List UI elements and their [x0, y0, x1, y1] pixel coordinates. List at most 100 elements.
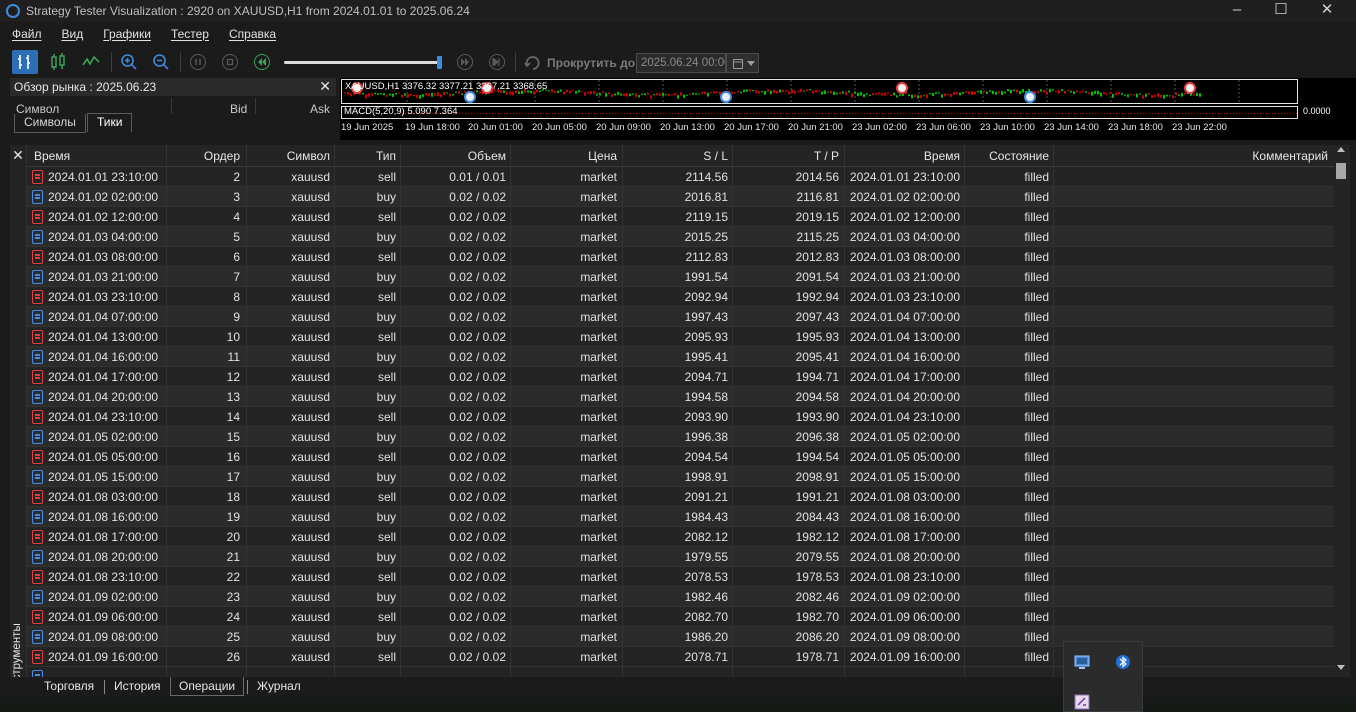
table-row[interactable]: 2024.01.05 15:00:00 17 xauusd buy 0.02 / 0.0… [26, 467, 1334, 487]
buy-order-icon [32, 430, 43, 444]
cell-type: sell [377, 490, 396, 504]
header-sl[interactable]: S / L [626, 146, 728, 166]
market-col-bid[interactable]: Bid [230, 102, 247, 116]
sell-order-icon [32, 410, 43, 424]
sell-order-icon [32, 490, 43, 504]
settings-tray-icon[interactable] [1074, 694, 1090, 710]
table-row[interactable]: 2024.01.02 12:00:00 4 xauusd sell 0.02 / 0.0… [26, 207, 1334, 227]
macd-indicator[interactable]: MACD(5,20,9) 5.090 7.364 [341, 106, 1298, 119]
header-type[interactable]: Тип [336, 146, 396, 166]
table-row[interactable]: 2024.01.08 23:10:00 22 xauusd sell 0.02 / 0.… [26, 567, 1334, 587]
menu-tester[interactable]: Тестер [171, 27, 209, 41]
tab-history[interactable]: История [106, 677, 169, 696]
maximize-icon[interactable]: ☐ [1258, 0, 1304, 22]
scroll-down-icon[interactable] [1337, 665, 1345, 670]
line-chart-button[interactable] [78, 50, 104, 74]
toolbox-close-icon[interactable]: ✕ [10, 145, 26, 165]
speed-slider-track[interactable] [284, 61, 440, 64]
table-row[interactable]: 2024.01.03 21:00:00 7 xauusd buy 0.02 / 0.02… [26, 267, 1334, 287]
table-row[interactable]: 2024.01.08 03:00:00 18 xauusd sell 0.02 / 0.… [26, 487, 1334, 507]
table-row[interactable]: 2024.01.04 07:00:00 9 xauusd buy 0.02 / 0.02… [26, 307, 1334, 327]
menu-help[interactable]: Справка [229, 27, 276, 41]
tab-operations[interactable]: Операции [170, 677, 245, 696]
header-symbol[interactable]: Символ [256, 146, 330, 166]
cell-time2: 2024.01.09 02:00:00 [849, 590, 960, 604]
cell-order: 17 [226, 470, 240, 484]
scroll-to-icon[interactable] [524, 55, 544, 71]
table-row[interactable]: 2024.01.04 23:10:00 14 xauusd sell 0.02 / 0.… [26, 407, 1334, 427]
header-time[interactable]: Время [34, 146, 154, 166]
price-chart[interactable]: XAUUSD,H1 3376.32 3377.21 3367.21 3368.6… [341, 79, 1298, 104]
stop-button[interactable] [222, 54, 238, 70]
cell-time: 2024.01.09 16:00:00 [48, 650, 159, 664]
chart-panel[interactable]: XAUUSD,H1 3376.32 3377.21 3367.21 3368.6… [340, 78, 1356, 140]
cell-symbol: xauusd [291, 170, 330, 184]
cell-price: market [580, 270, 617, 284]
tab-journal[interactable]: Журнал [249, 677, 309, 696]
skip-forward-button[interactable] [457, 54, 473, 70]
header-comment[interactable]: Комментарий [1066, 146, 1328, 166]
market-watch-close-icon[interactable]: ✕ [319, 78, 331, 95]
tab-ticks[interactable]: Тики [87, 113, 133, 132]
system-tray-overflow [1063, 641, 1143, 712]
vertical-scrollbar[interactable] [1334, 145, 1348, 675]
table-row[interactable]: 2024.01.04 17:00:00 12 xauusd sell 0.02 / 0.… [26, 367, 1334, 387]
zoom-out-button[interactable] [148, 50, 174, 74]
scrollbar-thumb[interactable] [1336, 163, 1346, 179]
table-row[interactable]: 2024.01.09 06:00:00 24 xauusd sell 0.02 / 0.… [26, 607, 1334, 627]
tab-trade[interactable]: Торговля [36, 677, 102, 696]
scroll-up-icon[interactable] [1337, 147, 1345, 152]
table-row[interactable]: 2024.01.08 16:00:00 19 xauusd buy 0.02 / 0.0… [26, 507, 1334, 527]
table-row[interactable]: 2024.01.03 08:00:00 6 xauusd sell 0.02 / 0.0… [26, 247, 1334, 267]
table-row[interactable]: 2024.01.04 13:00:00 10 xauusd sell 0.02 / 0.… [26, 327, 1334, 347]
menu-file[interactable]: Файл [12, 27, 42, 41]
speed-slider-thumb[interactable] [437, 56, 442, 69]
header-volume[interactable]: Объем [406, 146, 506, 166]
scroll-to-date-input[interactable] [636, 53, 726, 73]
rewind-button[interactable] [254, 54, 270, 70]
calendar-dropdown[interactable] [726, 53, 759, 73]
header-price[interactable]: Цена [516, 146, 617, 166]
header-state[interactable]: Состояние [966, 146, 1049, 166]
tab-symbols[interactable]: Символы [14, 114, 86, 133]
header-tp[interactable]: T / P [738, 146, 839, 166]
step-button[interactable] [489, 54, 505, 70]
cell-tp: 1992.94 [795, 290, 839, 304]
column-divider [255, 98, 256, 114]
bluetooth-icon[interactable] [1115, 654, 1131, 670]
table-row[interactable]: 2024.01.01 23:10:00 2 xauusd sell 0.01 / 0.0… [26, 167, 1334, 187]
cell-price: market [580, 490, 617, 504]
table-row[interactable]: 2024.01.04 20:00:00 13 xauusd buy 0.02 / 0.0… [26, 387, 1334, 407]
market-col-ask[interactable]: Ask [310, 102, 330, 116]
table-row[interactable]: 2024.01.04 16:00:00 11 xauusd buy 0.02 / 0.0… [26, 347, 1334, 367]
zoom-out-icon [153, 54, 169, 70]
candlestick-button[interactable] [45, 50, 71, 74]
cell-time: 2024.01.09 06:00:00 [48, 610, 159, 624]
orders-table: ✕ Время Ордер Символ Тип Объем Цена S / … [10, 145, 1350, 677]
table-row[interactable]: 2024.01.05 02:00:00 15 xauusd buy 0.02 / 0.0… [26, 427, 1334, 447]
menu-view[interactable]: Вид [62, 27, 84, 41]
zoom-in-button[interactable] [116, 50, 142, 74]
table-row[interactable]: 2024.01.09 02:00:00 23 xauusd buy 0.02 / 0.0… [26, 587, 1334, 607]
tab-separator [247, 680, 248, 694]
header-time2[interactable]: Время [846, 146, 960, 166]
table-row[interactable]: 2024.01.08 20:00:00 21 xauusd buy 0.02 / 0.0… [26, 547, 1334, 567]
close-icon[interactable]: ✕ [1304, 0, 1350, 22]
cell-price: market [580, 370, 617, 384]
table-row[interactable]: 2024.01.03 23:10:00 8 xauusd sell 0.02 / 0.0… [26, 287, 1334, 307]
table-row[interactable]: 2024.01.02 02:00:00 3 xauusd buy 0.02 / 0.02… [26, 187, 1334, 207]
table-row[interactable]: 2024.01.03 04:00:00 5 xauusd buy 0.02 / 0.02… [26, 227, 1334, 247]
table-row[interactable]: 2024.01.05 05:00:00 16 xauusd sell 0.02 / 0.… [26, 447, 1334, 467]
pause-button[interactable] [190, 54, 206, 70]
cell-order: 5 [233, 230, 240, 244]
table-row[interactable]: 2024.01.08 17:00:00 20 xauusd sell 0.02 / 0.… [26, 527, 1334, 547]
network-icon[interactable] [1074, 654, 1090, 670]
header-order[interactable]: Ордер [176, 146, 240, 166]
cell-sl: 2091.21 [684, 490, 728, 504]
cell-sl: 1984.43 [684, 510, 728, 524]
menu-charts[interactable]: Графики [103, 27, 151, 41]
minimize-icon[interactable]: – [1214, 0, 1260, 22]
cell-time: 2024.01.03 04:00:00 [48, 230, 159, 244]
sell-order-icon [32, 290, 43, 304]
bar-chart-button[interactable] [12, 50, 38, 74]
